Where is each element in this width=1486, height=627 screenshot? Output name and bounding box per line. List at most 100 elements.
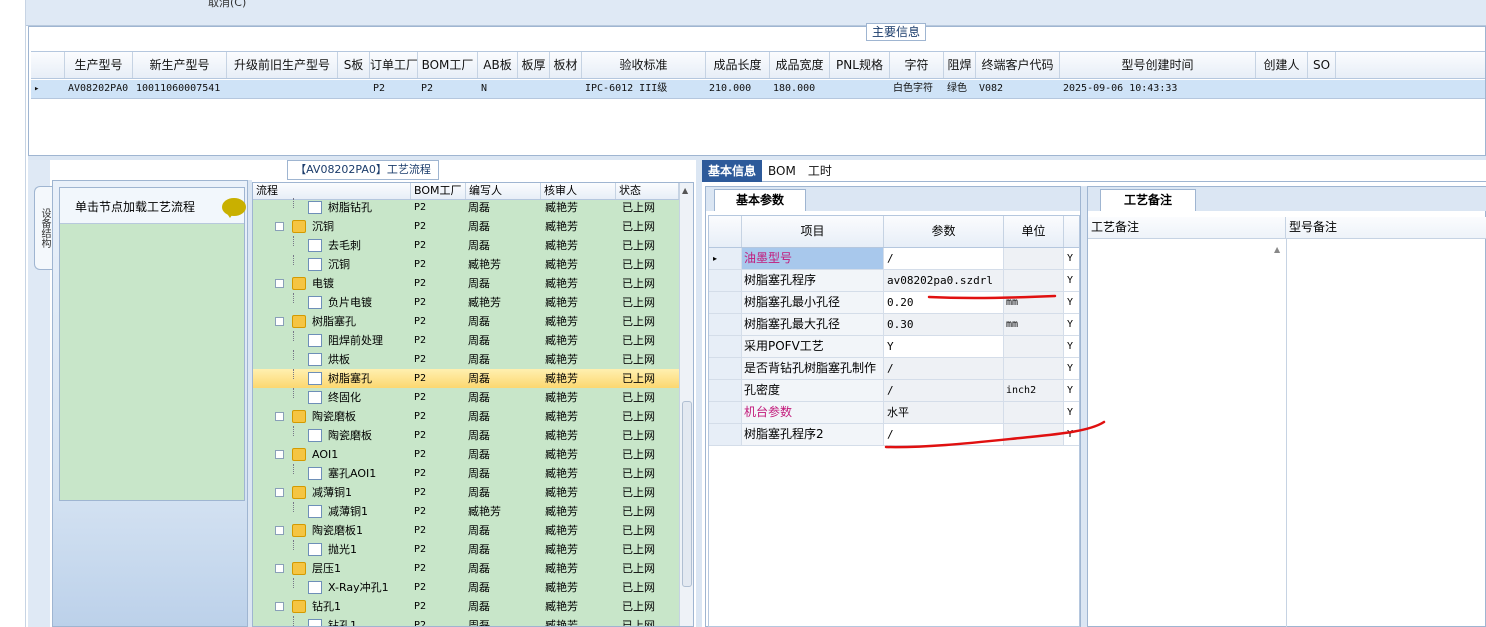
tree-row[interactable]: 层压1 P2 周磊 臧艳芳 已上网 — [253, 559, 679, 578]
tree-row[interactable]: 树脂塞孔 P2 周磊 臧艳芳 已上网 — [253, 369, 679, 388]
param-unit[interactable]: mm — [1004, 314, 1064, 335]
param-value[interactable]: / — [884, 248, 1004, 269]
params-col-header[interactable]: 项目 — [742, 216, 884, 247]
tree-node[interactable]: 树脂塞孔 — [253, 312, 411, 331]
collapse-icon[interactable] — [275, 412, 284, 421]
grid-col-header[interactable]: S板 — [338, 52, 370, 78]
tree-row[interactable]: 负片电镀 P2 臧艳芳 臧艳芳 已上网 — [253, 293, 679, 312]
params-row[interactable]: 是否背钻孔树脂塞孔制作 / Y — [709, 358, 1079, 380]
tree-row[interactable]: 阻焊前处理 P2 周磊 臧艳芳 已上网 — [253, 331, 679, 350]
tree-node[interactable]: 层压1 — [253, 559, 411, 578]
tree-node[interactable]: 陶瓷磨板 — [253, 407, 411, 426]
tree-node[interactable]: 烘板 — [253, 350, 411, 369]
grid-cell[interactable]: 10011060007541 — [133, 80, 227, 98]
param-value[interactable]: 水平 — [884, 402, 1004, 423]
tree-node[interactable]: 抛光1 — [253, 540, 411, 559]
tree-node[interactable]: 沉铜 — [253, 255, 411, 274]
tree-node[interactable]: 陶瓷磨板 — [253, 426, 411, 445]
tree-row[interactable]: 抛光1 P2 周磊 臧艳芳 已上网 — [253, 540, 679, 559]
grid-col-header[interactable]: 验收标准 — [582, 52, 706, 78]
param-unit[interactable] — [1004, 270, 1064, 291]
tab-1[interactable]: BOM — [762, 160, 802, 182]
grid-col-header[interactable]: 订单工厂 — [370, 52, 418, 78]
grid-cell[interactable]: IPC-6012 III级 — [582, 80, 706, 98]
grid-cell[interactable] — [1256, 80, 1308, 98]
grid-col-header[interactable]: 升级前旧生产型号 — [227, 52, 338, 78]
grid-cell[interactable]: N — [478, 80, 518, 98]
tree-row[interactable]: 减薄铜1 P2 臧艳芳 臧艳芳 已上网 — [253, 502, 679, 521]
grid-cell[interactable]: 180.000 — [770, 80, 830, 98]
params-col-header[interactable]: 单位 — [1004, 216, 1064, 247]
params-row[interactable]: 树脂塞孔程序 av08202pa0.szdrl Y — [709, 270, 1079, 292]
tree-node[interactable]: 终固化 — [253, 388, 411, 407]
tree-row[interactable]: 烘板 P2 周磊 臧艳芳 已上网 — [253, 350, 679, 369]
load-panel-header[interactable]: 单击节点加载工艺流程 — [60, 188, 246, 224]
tree-node[interactable]: 树脂塞孔 — [253, 369, 411, 388]
param-unit[interactable]: mm — [1004, 292, 1064, 313]
param-value[interactable]: / — [884, 380, 1004, 401]
tree-row[interactable]: 树脂塞孔 P2 周磊 臧艳芳 已上网 — [253, 312, 679, 331]
tree-node[interactable]: 减薄铜1 — [253, 502, 411, 521]
grid-cell[interactable] — [338, 80, 370, 98]
tree-node[interactable]: 树脂钻孔 — [253, 198, 411, 217]
tree-row[interactable]: X-Ray冲孔1 P2 周磊 臧艳芳 已上网 — [253, 578, 679, 597]
grid-col-header[interactable]: BOM工厂 — [418, 52, 478, 78]
param-value[interactable]: / — [884, 424, 1004, 445]
right-splitter[interactable] — [696, 160, 702, 627]
params-row[interactable]: 机台参数 水平 Y — [709, 402, 1079, 424]
tab-0[interactable]: 基本信息 — [702, 160, 763, 182]
grid-cell[interactable] — [1308, 80, 1336, 98]
scroll-up-icon[interactable]: ▲ — [682, 186, 688, 195]
tab-2[interactable]: 工时 — [802, 160, 838, 182]
param-unit[interactable] — [1004, 336, 1064, 357]
collapse-icon[interactable] — [275, 602, 284, 611]
grid-cell[interactable] — [830, 80, 890, 98]
param-unit[interactable]: inch2 — [1004, 380, 1064, 401]
collapse-icon[interactable] — [275, 222, 284, 231]
tree-node[interactable]: AOI1 — [253, 445, 411, 464]
grid-col-header[interactable]: 型号创建时间 — [1060, 52, 1256, 78]
tree-row[interactable]: 陶瓷磨板 P2 周磊 臧艳芳 已上网 — [253, 407, 679, 426]
tree-node[interactable]: 钻孔1 — [253, 616, 411, 626]
tree-col-header[interactable]: 状态 — [616, 183, 679, 199]
grid-cell[interactable]: P2 — [370, 80, 418, 98]
param-value[interactable]: 0.20 — [884, 292, 1004, 313]
tree-col-header[interactable]: 流程 — [253, 183, 411, 199]
param-unit[interactable] — [1004, 402, 1064, 423]
param-value[interactable]: / — [884, 358, 1004, 379]
tree-node[interactable]: 电镀 — [253, 274, 411, 293]
grid-col-header[interactable]: AB板 — [478, 52, 518, 78]
grid-col-header[interactable]: 板厚 — [518, 52, 550, 78]
main-grid-row[interactable]: ▸ AV08202PA0 10011060007541 P2 P2 N IPC-6012 I… — [31, 80, 1485, 99]
grid-cell[interactable] — [227, 80, 338, 98]
param-value[interactable]: av08202pa0.szdrl — [884, 270, 1004, 291]
params-row[interactable]: 采用POFV工艺 Y Y — [709, 336, 1079, 358]
grid-cell[interactable]: V082 — [976, 80, 1060, 98]
tree-row[interactable]: 沉铜 P2 周磊 臧艳芳 已上网 — [253, 217, 679, 236]
tree-col-header[interactable]: 核审人 — [541, 183, 616, 199]
grid-col-header[interactable]: 终端客户代码 — [976, 52, 1060, 78]
grid-col-header[interactable]: 成品宽度 — [770, 52, 830, 78]
collapse-icon[interactable] — [275, 526, 284, 535]
collapse-icon[interactable] — [275, 317, 284, 326]
grid-cell[interactable]: P2 — [418, 80, 478, 98]
tree-row[interactable]: 去毛刺 P2 周磊 臧艳芳 已上网 — [253, 236, 679, 255]
grid-cell[interactable]: 绿色 — [944, 80, 976, 98]
param-unit[interactable] — [1004, 424, 1064, 445]
tree-node[interactable]: 去毛刺 — [253, 236, 411, 255]
tree-node[interactable]: 塞孔AOI1 — [253, 464, 411, 483]
params-row[interactable]: 孔密度 / inch2 Y — [709, 380, 1079, 402]
grid-col-header[interactable]: 阻焊 — [944, 52, 976, 78]
tree-row[interactable]: 陶瓷磨板 P2 周磊 臧艳芳 已上网 — [253, 426, 679, 445]
tree-node[interactable]: 陶瓷磨板1 — [253, 521, 411, 540]
params-row[interactable]: 树脂塞孔最大孔径 0.30 mm Y — [709, 314, 1079, 336]
grid-cell[interactable]: 白色字符 — [890, 80, 944, 98]
grid-col-header[interactable]: PNL规格 — [830, 52, 890, 78]
grid-col-header[interactable]: 成品长度 — [706, 52, 770, 78]
tree-row[interactable]: 钻孔1 P2 周磊 臧艳芳 已上网 — [253, 597, 679, 616]
grid-cell[interactable]: AV08202PA0 — [65, 80, 133, 98]
tree-row[interactable]: 终固化 P2 周磊 臧艳芳 已上网 — [253, 388, 679, 407]
scroll-up-icon[interactable]: ▲ — [1274, 245, 1280, 254]
collapse-icon[interactable] — [275, 564, 284, 573]
param-unit[interactable] — [1004, 358, 1064, 379]
